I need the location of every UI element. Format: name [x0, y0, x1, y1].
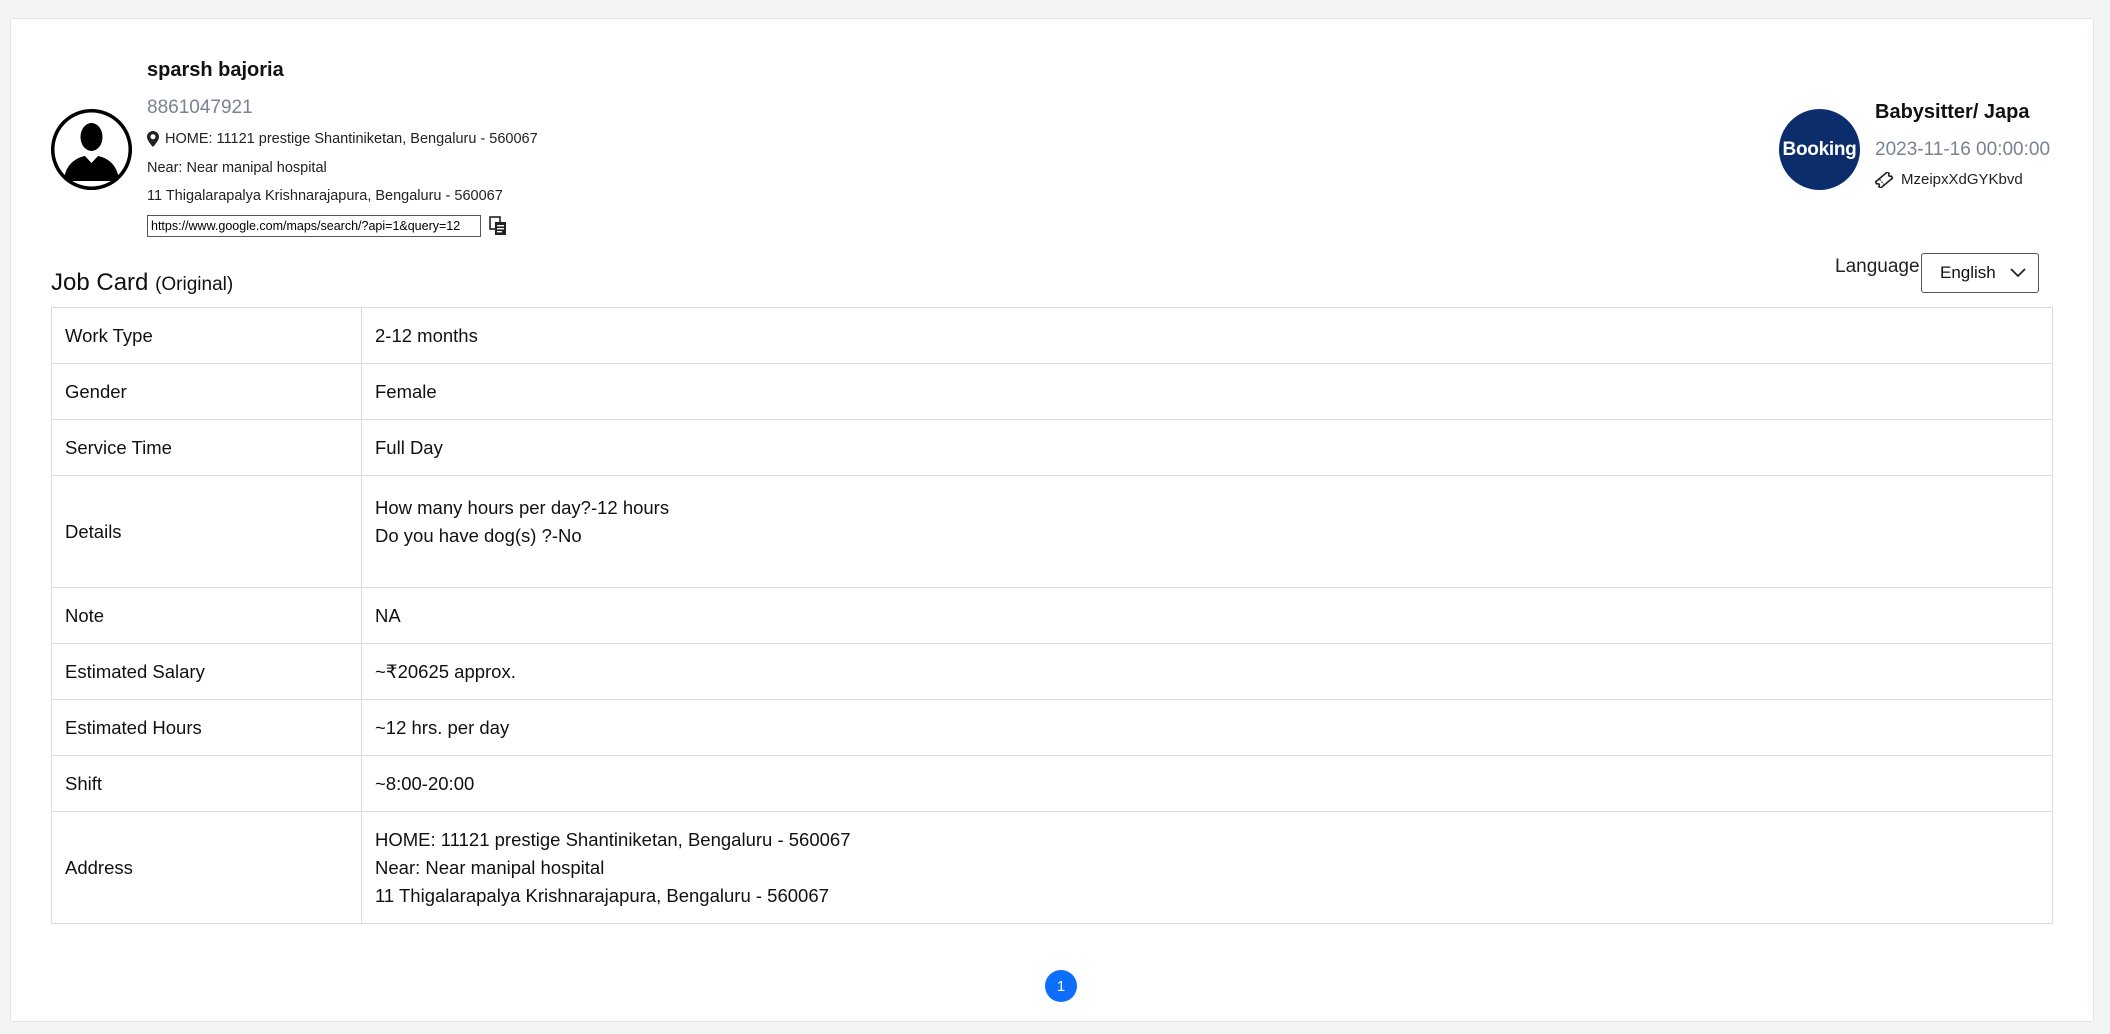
row-value: 2-12 months — [361, 307, 2053, 364]
map-link-row — [147, 215, 507, 237]
row-value: ~8:00-20:00 — [361, 755, 2053, 812]
customer-phone[interactable]: 8861047921 — [147, 97, 253, 119]
row-value-line: ~8:00-20:00 — [375, 772, 475, 794]
row-value-line: Female — [375, 380, 437, 402]
booking-badge: Booking — [1779, 109, 1860, 190]
table-row-work-type: Work Type 2-12 months — [51, 307, 2053, 364]
row-value: HOME: 11121 prestige Shantiniketan, Beng… — [361, 811, 2053, 924]
job-card-subtitle: (Original) — [155, 274, 234, 295]
row-value: NA — [361, 587, 2053, 644]
row-value: How many hours per day?-12 hours Do you … — [361, 475, 2053, 588]
table-row-estimated-salary: Estimated Salary ~₹20625 approx. — [51, 643, 2053, 700]
table-row-note: Note NA — [51, 587, 2053, 644]
table-row-service-time: Service Time Full Day — [51, 419, 2053, 476]
row-value-line: 11 Thigalarapalya Krishnarajapura, Benga… — [375, 884, 829, 906]
customer-address-line3: 11 Thigalarapalya Krishnarajapura, Benga… — [147, 188, 503, 204]
job-card-title: Job Card (Original) — [51, 269, 233, 297]
row-label: Estimated Salary — [51, 643, 362, 700]
pagination-page-button[interactable]: 1 — [1045, 970, 1077, 1002]
row-label: Service Time — [51, 419, 362, 476]
row-value-line: Near: Near manipal hospital — [375, 856, 605, 878]
table-row-gender: Gender Female — [51, 363, 2053, 420]
customer-address-line2: Near: Near manipal hospital — [147, 160, 327, 176]
map-pin-icon — [147, 131, 159, 147]
row-value: ~12 hrs. per day — [361, 699, 2053, 756]
service-title: Babysitter/ Japa — [1875, 101, 2030, 123]
row-value-line: Do you have dog(s) ?-No — [375, 525, 582, 546]
row-value-line: HOME: 11121 prestige Shantiniketan, Beng… — [375, 828, 851, 850]
row-value-line: ~₹20625 approx. — [375, 660, 516, 682]
row-value-line: How many hours per day?-12 hours — [375, 497, 670, 518]
table-row-shift: Shift ~8:00-20:00 — [51, 755, 2053, 812]
row-value-line: ~12 hrs. per day — [375, 716, 510, 738]
booking-id: MzeipxXdGYKbvd — [1901, 171, 2023, 188]
table-row-estimated-hours: Estimated Hours ~12 hrs. per day — [51, 699, 2053, 756]
language-select[interactable]: English — [1921, 253, 2039, 293]
language-selected-value: English — [1940, 263, 1996, 282]
language-label: Language — [1835, 256, 1920, 277]
row-label: Estimated Hours — [51, 699, 362, 756]
address-line1-text: HOME: 11121 prestige Shantiniketan, Beng… — [165, 131, 538, 147]
row-value-line: Full Day — [375, 436, 443, 458]
row-label: Note — [51, 587, 362, 644]
job-card-panel: sparsh bajoria 8861047921 HOME: 11121 pr… — [10, 18, 2094, 1022]
row-value: ~₹20625 approx. — [361, 643, 2053, 700]
row-label: Shift — [51, 755, 362, 812]
row-value-line: 2-12 months — [375, 324, 478, 346]
table-row-details: Details How many hours per day?-12 hours… — [51, 475, 2053, 588]
customer-avatar — [51, 109, 132, 190]
job-card-title-text: Job Card — [51, 269, 149, 296]
customer-address-line1: HOME: 11121 prestige Shantiniketan, Beng… — [147, 131, 538, 147]
booking-datetime: 2023-11-16 00:00:00 — [1875, 139, 2051, 160]
row-value: Female — [361, 363, 2053, 420]
copy-icon[interactable] — [489, 216, 507, 236]
row-value-line: NA — [375, 604, 401, 626]
map-url-input[interactable] — [147, 215, 481, 237]
user-silhouette-icon — [51, 109, 132, 190]
booking-id-row: MzeipxXdGYKbvd — [1875, 171, 2023, 188]
row-label: Work Type — [51, 307, 362, 364]
job-card-table: Work Type 2-12 months Gender Female Serv… — [51, 307, 2053, 924]
row-label: Details — [51, 475, 362, 588]
row-label: Gender — [51, 363, 362, 420]
chevron-down-icon — [2010, 268, 2026, 278]
row-value: Full Day — [361, 419, 2053, 476]
ticket-icon — [1875, 171, 1893, 188]
table-row-address: Address HOME: 11121 prestige Shantiniket… — [51, 811, 2053, 924]
customer-name: sparsh bajoria — [147, 59, 284, 81]
row-label: Address — [51, 811, 362, 924]
